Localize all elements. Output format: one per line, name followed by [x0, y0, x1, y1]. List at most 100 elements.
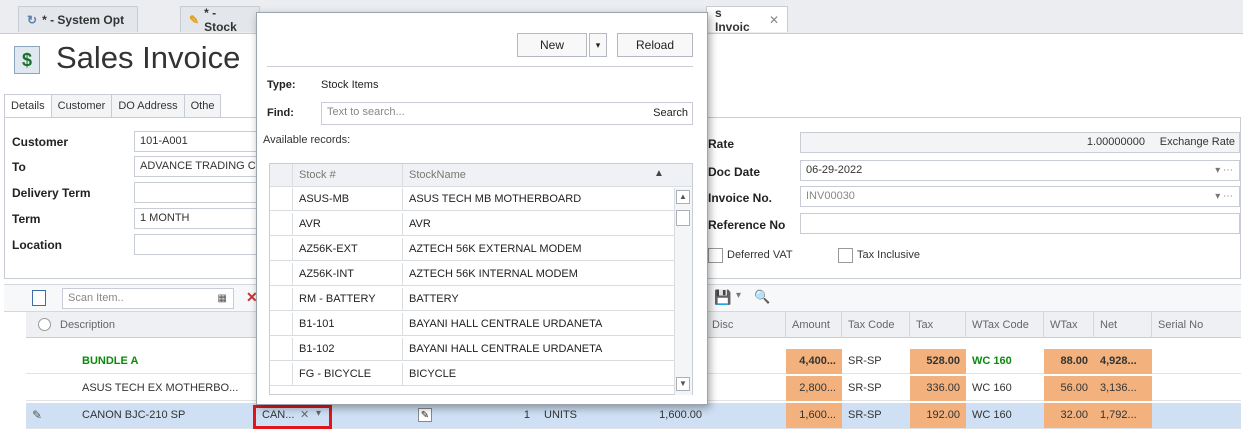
- scroll-down-icon[interactable]: ▼: [676, 377, 690, 391]
- record-stock-name: ASUS TECH MB MOTHERBOARD: [402, 188, 674, 211]
- tab-sales-invoice[interactable]: s Invoic ✕: [706, 5, 788, 34]
- cell-tax-code: SR-SP: [848, 409, 882, 421]
- edit-row-pencil-icon: ✎: [32, 408, 43, 422]
- col-stock-no[interactable]: Stock #: [292, 164, 402, 187]
- col-stock-name[interactable]: StockName: [402, 164, 672, 187]
- col-amount[interactable]: Amount: [786, 312, 842, 338]
- list-item[interactable]: ASUS-MB ASUS TECH MB MOTHERBOARD: [270, 188, 674, 211]
- reload-button[interactable]: Reload: [617, 33, 693, 57]
- tab-label: s Invoic: [715, 5, 750, 34]
- page-title: Sales Invoice: [56, 40, 241, 75]
- location-field[interactable]: [134, 234, 264, 255]
- save-icon[interactable]: 💾: [714, 289, 731, 306]
- stock-lookup-popup: New ▾ Reload Type: Stock Items Find: Tex…: [256, 12, 708, 405]
- note-edit-icon[interactable]: ✎: [418, 408, 432, 422]
- list-item[interactable]: B1-102 BAYANI HALL CENTRALE URDANETA: [270, 338, 674, 361]
- sort-up-icon[interactable]: ▲: [654, 168, 664, 179]
- cell-wtax-code: WC 160: [972, 355, 1012, 367]
- list-item[interactable]: FG - BICYCLE BICYCLE: [270, 363, 674, 386]
- invoice-no-field[interactable]: INV00030 ▾ ⋯: [800, 186, 1240, 207]
- record-stock-no: B1-101: [292, 313, 402, 336]
- table-row-selected[interactable]: ✎ CANON BJC-210 SP CAN... ✕ ▾ ✎ 1 UNITS …: [26, 403, 1241, 429]
- invoice-dollar-icon: $: [14, 46, 40, 74]
- chevron-down-icon[interactable]: ▾ ⋯: [1215, 161, 1233, 180]
- cell-amount: 2,800...: [786, 376, 842, 401]
- col-wtax[interactable]: WTax: [1044, 312, 1094, 338]
- cell-description: BUNDLE A: [82, 355, 139, 367]
- cell-net: 3,136...: [1094, 376, 1152, 401]
- doc-date-value: 06-29-2022: [806, 164, 863, 176]
- list-item[interactable]: RM - BATTERY BATTERY: [270, 288, 674, 311]
- rate-label: Rate: [708, 137, 735, 151]
- list-item[interactable]: AVR AVR: [270, 213, 674, 236]
- to-field[interactable]: ADVANCE TRADING C: [134, 156, 264, 177]
- record-stock-no: AZ56K-EXT: [292, 238, 402, 261]
- close-icon[interactable]: ✕: [769, 13, 779, 27]
- record-stock-name: AZTECH 56K INTERNAL MODEM: [402, 263, 674, 286]
- new-document-icon[interactable]: [32, 290, 46, 306]
- record-stock-name: BICYCLE: [402, 363, 674, 386]
- customer-label: Customer: [12, 135, 69, 149]
- scan-item-input[interactable]: Scan Item.. ▦: [62, 288, 234, 309]
- reference-no-label: Reference No: [708, 218, 786, 232]
- chevron-down-icon[interactable]: ▾ ⋯: [1215, 187, 1233, 206]
- cell-tax-code: SR-SP: [848, 382, 882, 394]
- col-disc[interactable]: Disc: [706, 312, 786, 338]
- list-item[interactable]: AZ56K-EXT AZTECH 56K EXTERNAL MODEM: [270, 238, 674, 261]
- list-item[interactable]: AZ56K-INT AZTECH 56K INTERNAL MODEM: [270, 263, 674, 286]
- tax-inclusive-checkbox[interactable]: [838, 248, 853, 263]
- find-placeholder: Text to search...: [327, 106, 405, 118]
- reload-button-label: Reload: [635, 38, 675, 52]
- find-input[interactable]: Text to search... Search: [321, 102, 693, 125]
- rate-field[interactable]: 1.00000000 Exchange Rate: [800, 132, 1240, 153]
- cell-amount: 4,400...: [786, 349, 842, 374]
- col-tax[interactable]: Tax: [910, 312, 966, 338]
- new-dropdown-button[interactable]: ▾: [589, 33, 607, 57]
- cell-wtax-code: WC 160: [972, 409, 1012, 421]
- record-stock-name: AZTECH 56K EXTERNAL MODEM: [402, 238, 674, 261]
- tax-inclusive-label: Tax Inclusive: [857, 249, 920, 261]
- tab-system-options[interactable]: ↻ * - System Opt: [18, 6, 138, 32]
- col-description[interactable]: Description: [54, 312, 254, 338]
- record-stock-name: BAYANI HALL CENTRALE URDANETA: [402, 313, 674, 336]
- new-button[interactable]: New: [517, 33, 587, 57]
- doc-date-field[interactable]: 06-29-2022 ▾ ⋯: [800, 160, 1240, 181]
- scroll-up-icon[interactable]: ▲: [676, 190, 690, 204]
- search-doc-icon[interactable]: 🔍: [754, 289, 770, 305]
- term-field[interactable]: 1 MONTH: [134, 208, 264, 229]
- invoice-no-label: Invoice No.: [708, 191, 773, 205]
- record-stock-no: B1-102: [292, 338, 402, 361]
- select-all-radio[interactable]: [38, 318, 51, 331]
- customer-field[interactable]: 101-A001: [134, 131, 264, 152]
- available-records-label: Available records:: [263, 134, 351, 146]
- to-label: To: [12, 160, 26, 174]
- chevron-down-icon[interactable]: ▾: [736, 290, 741, 301]
- records-scrollbar[interactable]: ▲ ▼: [674, 188, 692, 395]
- cell-uom: UNITS: [544, 409, 577, 421]
- rate-value: 1.00000000: [1086, 136, 1145, 148]
- tab-stock[interactable]: ✎ * - Stock: [180, 6, 260, 34]
- new-button-label: New: [539, 38, 564, 52]
- cell-description: CANON BJC-210 SP: [82, 409, 186, 421]
- scroll-thumb[interactable]: [676, 210, 690, 226]
- reference-no-field[interactable]: [800, 213, 1240, 234]
- record-stock-name: AVR: [402, 213, 674, 236]
- delivery-term-field[interactable]: [134, 182, 264, 203]
- cell-description: ASUS TECH EX MOTHERBO...: [82, 382, 239, 394]
- record-stock-no: FG - BICYCLE: [292, 363, 402, 386]
- detail-subtabs: Details Customer DO Address Othe: [4, 94, 222, 120]
- col-wtax-code[interactable]: WTax Code: [966, 312, 1044, 338]
- deferred-vat-label: Deferred VAT: [727, 249, 793, 261]
- deferred-vat-checkbox[interactable]: [708, 248, 723, 263]
- record-stock-no: AZ56K-INT: [292, 263, 402, 286]
- col-serial-no[interactable]: Serial No: [1152, 312, 1241, 338]
- col-net[interactable]: Net: [1094, 312, 1152, 338]
- col-tax-code[interactable]: Tax Code: [842, 312, 910, 338]
- list-item[interactable]: B1-101 BAYANI HALL CENTRALE URDANETA: [270, 313, 674, 336]
- cell-wtax: 88.00: [1044, 349, 1094, 374]
- cell-wtax: 56.00: [1044, 376, 1094, 401]
- tab-label: * - System Opt: [42, 12, 125, 27]
- barcode-icon[interactable]: ▦: [218, 289, 227, 308]
- record-stock-name: BAYANI HALL CENTRALE URDANETA: [402, 338, 674, 361]
- search-button[interactable]: Search: [653, 104, 688, 123]
